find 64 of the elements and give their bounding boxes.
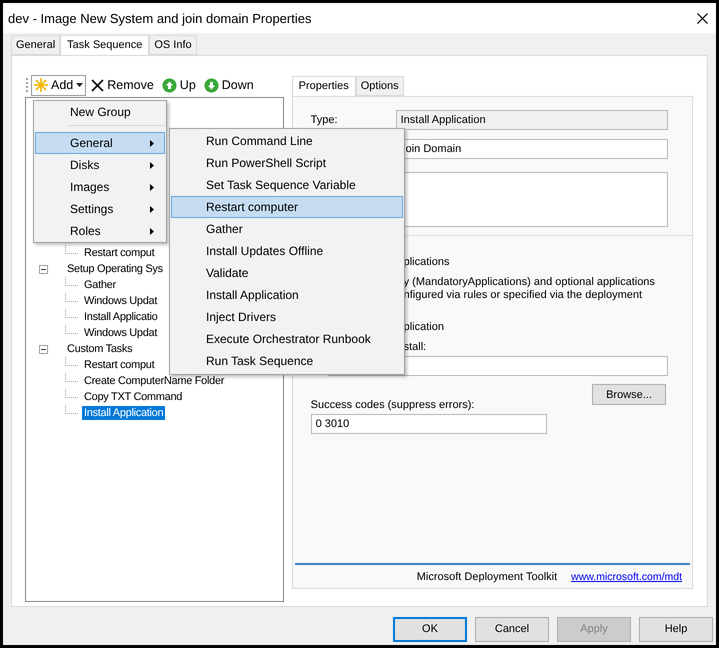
tree-item[interactable]: Gather: [82, 278, 118, 292]
menu-item[interactable]: Inject Drivers: [171, 306, 403, 328]
menu-item[interactable]: New Group: [35, 101, 165, 123]
menu-item[interactable]: Images: [35, 176, 165, 198]
submenu-arrow-icon: [150, 206, 154, 212]
menu-item[interactable]: Install Application: [171, 284, 403, 306]
dialog-button[interactable]: Cancel: [475, 616, 549, 642]
menu-item[interactable]: Roles: [35, 220, 165, 242]
tree-item[interactable]: Copy TXT Command: [82, 390, 184, 404]
option-label: plication: [402, 321, 445, 333]
tree-item[interactable]: Install Applicatio: [82, 310, 160, 324]
tab[interactable]: OS Info: [149, 35, 197, 55]
menu-item[interactable]: Install Updates Offline: [171, 240, 403, 262]
tree-item[interactable]: Create ComputerName Folder: [82, 374, 226, 388]
type-label: Type:: [310, 114, 339, 126]
window-title: dev - Image New System and join domain Properties: [8, 10, 312, 26]
caret-icon: [76, 83, 84, 87]
collapse-icon[interactable]: [39, 344, 48, 354]
star-burst-icon: [34, 78, 48, 92]
tab[interactable]: Task Sequence: [60, 35, 150, 56]
success-codes-field[interactable]: 0 3010: [310, 414, 547, 434]
menu-item[interactable]: Settings: [35, 198, 165, 220]
toolbar-button[interactable]: Remove: [88, 74, 157, 96]
type-field: Install Application: [396, 110, 668, 130]
browse-button[interactable]: Browse...: [592, 384, 666, 405]
menu-item[interactable]: Set Task Sequence Variable: [171, 174, 403, 196]
submenu-arrow-icon: [150, 162, 154, 168]
dialog-button[interactable]: OK: [393, 616, 467, 642]
menu-item[interactable]: Gather: [171, 218, 403, 240]
submenu-arrow-icon: [150, 140, 154, 146]
success-codes-label: Success codes (suppress errors):: [310, 399, 476, 411]
tab[interactable]: Properties: [292, 76, 356, 97]
tree-item[interactable]: Restart comput: [82, 358, 156, 372]
toolbar-button[interactable]: Up: [158, 74, 199, 96]
field-label: stall:: [402, 341, 428, 353]
tab[interactable]: Options: [356, 76, 404, 96]
tree-item[interactable]: Windows Updat: [82, 294, 160, 308]
toolkit-name: Microsoft Deployment Toolkit: [416, 570, 558, 582]
arrow-down-icon: [204, 78, 219, 92]
submenu-arrow-icon: [150, 184, 154, 190]
tree-item[interactable]: Restart comput: [82, 246, 156, 260]
toolbar-button[interactable]: Down: [200, 74, 257, 96]
close-icon: [91, 78, 104, 92]
mdt-link[interactable]: www.microsoft.com/mdt: [571, 570, 682, 582]
arrow-up-icon: [162, 78, 177, 92]
menu-item[interactable]: Disks: [35, 154, 165, 176]
toolbar-grip-icon: [25, 77, 29, 93]
close-icon[interactable]: [697, 12, 708, 24]
collapse-icon[interactable]: [39, 264, 48, 274]
menu-item[interactable]: Restart computer: [171, 196, 403, 218]
menu-item[interactable]: Run Task Sequence: [171, 350, 403, 372]
tree-item[interactable]: Setup Operating Sys: [65, 262, 165, 276]
tab[interactable]: General: [11, 35, 60, 55]
tree-item[interactable]: Windows Updat: [82, 326, 160, 340]
add-dropdown-button[interactable]: Add: [31, 74, 86, 96]
description-text: nfigured via rules or specified via the deployment: [402, 289, 644, 302]
submenu-arrow-icon: [150, 228, 154, 234]
section-heading: plications: [402, 256, 450, 268]
dialog-button[interactable]: Help: [639, 616, 713, 642]
menu-item[interactable]: Execute Orchestrator Runbook: [171, 328, 403, 350]
menu-item[interactable]: Validate: [171, 262, 403, 284]
menu-item[interactable]: General: [35, 132, 165, 154]
tree-item[interactable]: Install Application: [82, 406, 166, 420]
tree-item[interactable]: Custom Tasks: [65, 342, 134, 356]
